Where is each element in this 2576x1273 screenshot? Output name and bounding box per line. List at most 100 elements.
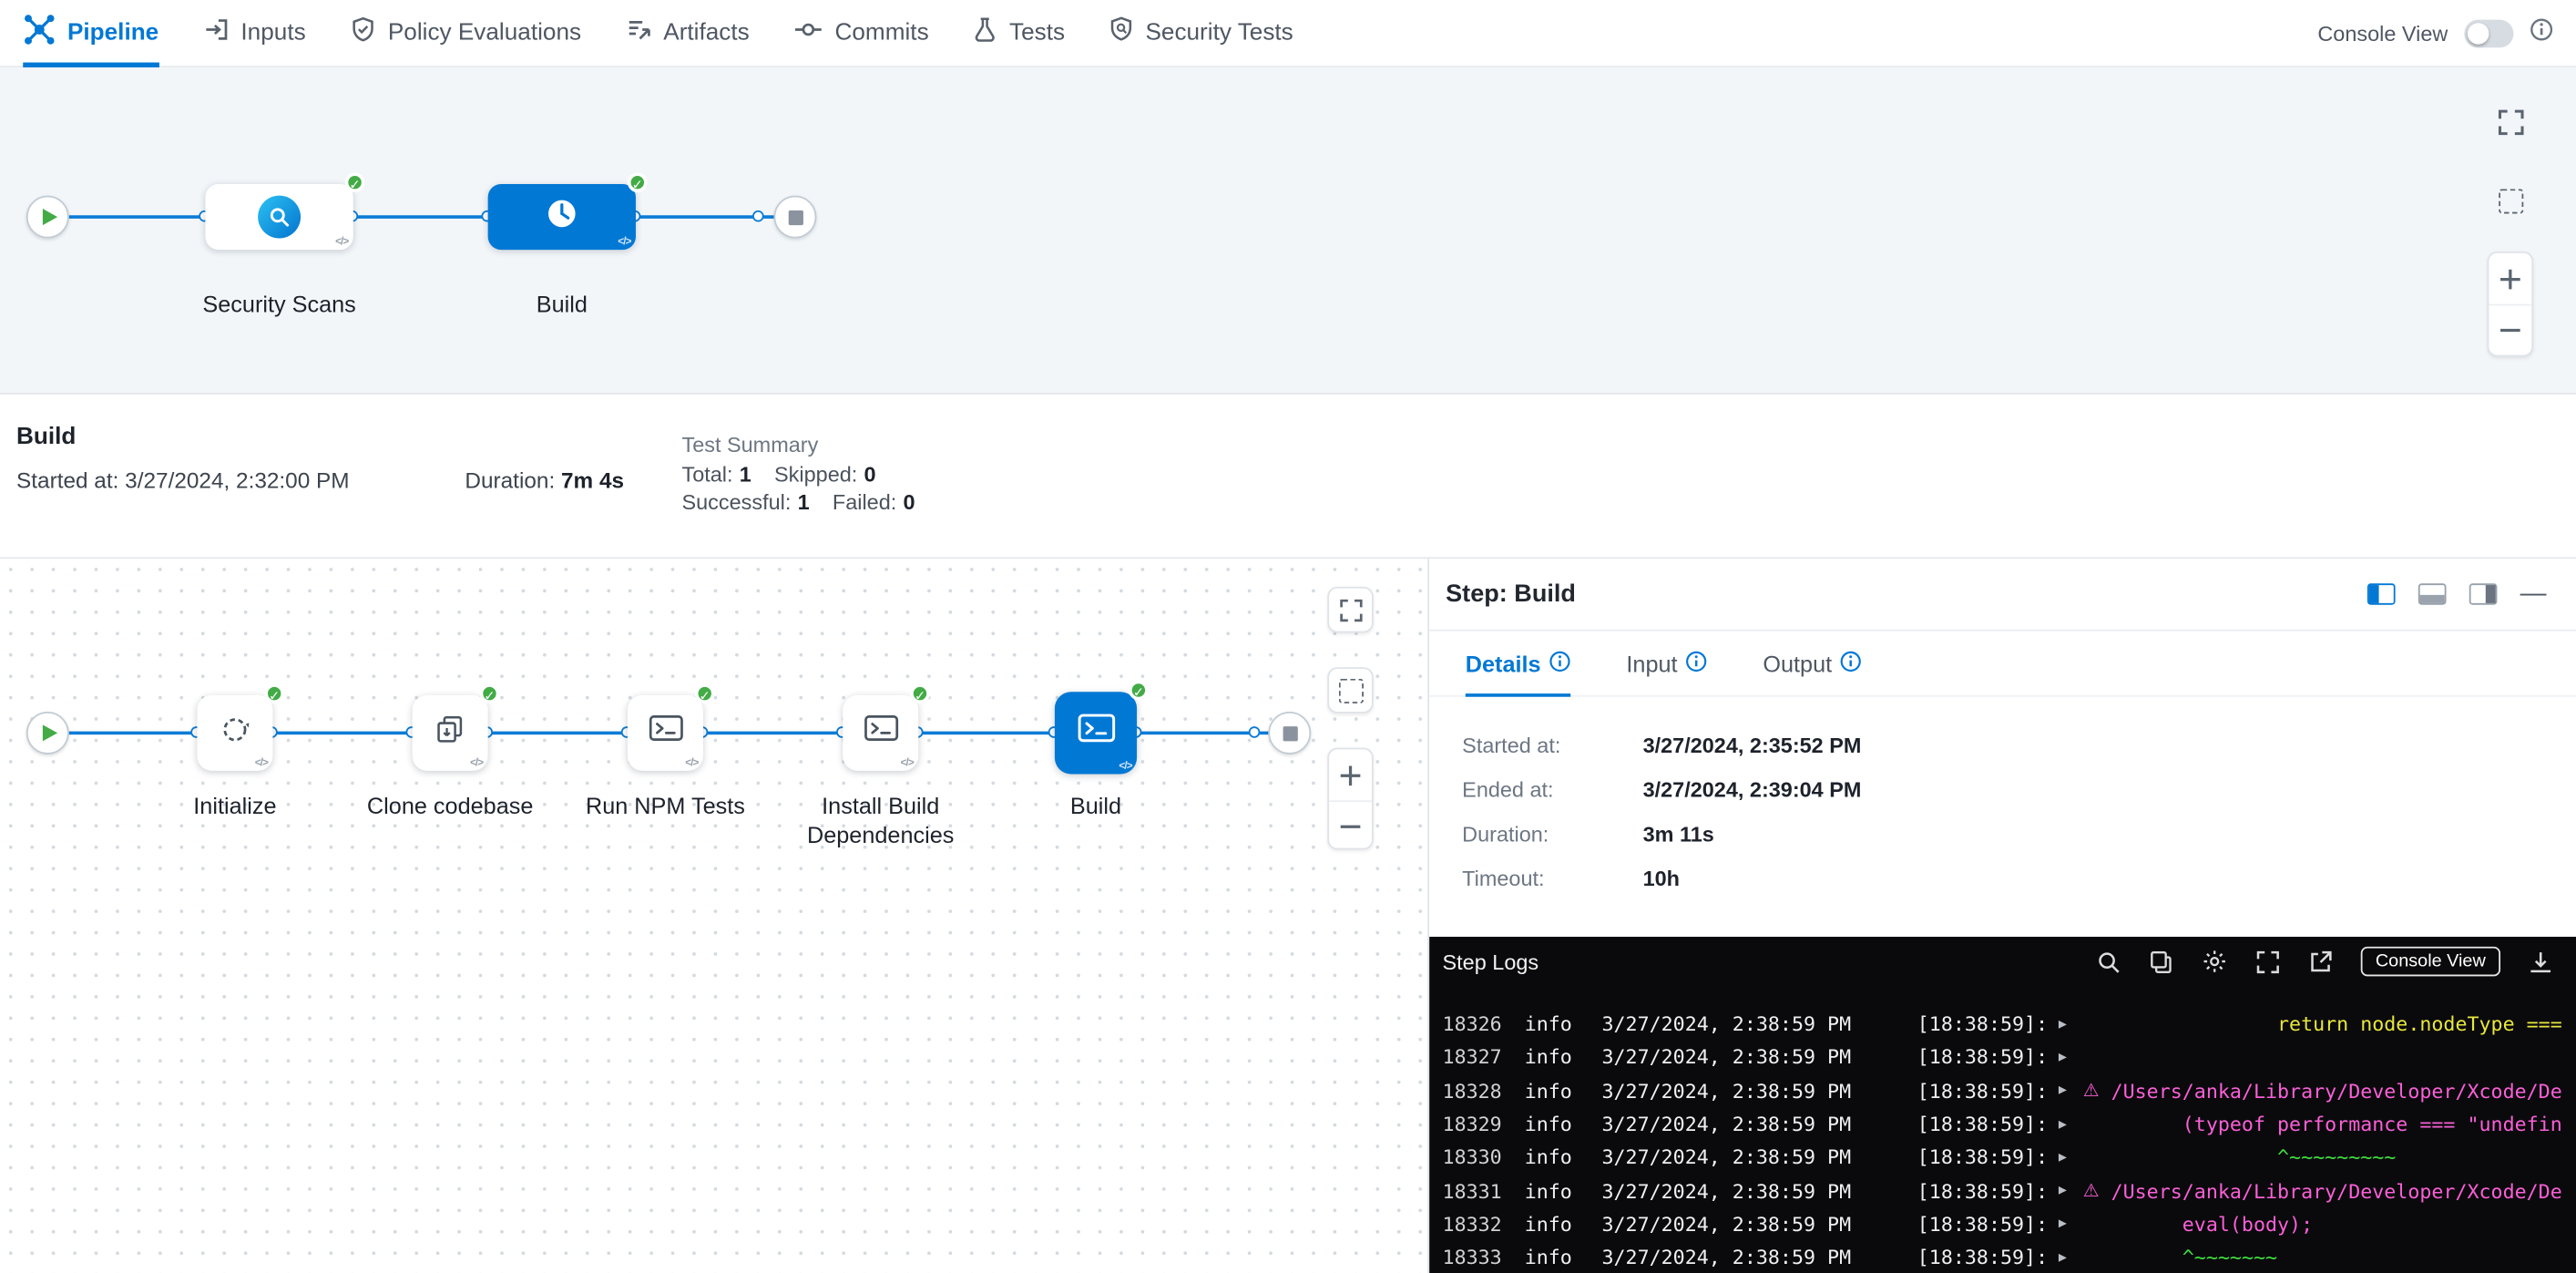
step-end-node — [1268, 712, 1311, 755]
tab-label: Details — [1466, 650, 1541, 676]
commits-icon — [793, 16, 823, 49]
tests-icon — [973, 16, 997, 49]
zoom-out-button[interactable] — [1329, 800, 1372, 851]
build-stage-icon — [544, 195, 580, 240]
stage-node-label: Build — [455, 289, 669, 318]
log-expand-arrow[interactable]: ▸ — [2059, 1216, 2083, 1234]
step-node-run-npm-tests[interactable]: ✓ </> — [628, 695, 703, 771]
layout-left-panel-icon[interactable] — [2367, 583, 2396, 604]
zoom-in-button[interactable] — [1329, 749, 1372, 800]
step-node-label: Build — [989, 791, 1202, 820]
log-expand-arrow[interactable]: ▸ — [2059, 1049, 2083, 1067]
tab-tests[interactable]: Tests — [973, 0, 1065, 66]
connector-dot — [1249, 726, 1261, 738]
success-check-icon: ✓ — [1129, 681, 1149, 701]
log-row: 18329info3/27/2024, 2:38:59 PM[18:38:59]… — [1429, 1107, 2576, 1141]
tab-policy-evaluations[interactable]: Policy Evaluations — [350, 0, 581, 66]
log-row: 18331info3/27/2024, 2:38:59 PM[18:38:59]… — [1429, 1175, 2576, 1208]
tab-details[interactable]: Details — [1466, 631, 1570, 695]
step-node-install-build-dependencies[interactable]: ✓ </> — [843, 695, 918, 771]
stage-node-security-scans[interactable]: ✓ </> — [205, 184, 353, 250]
info-icon[interactable] — [1549, 650, 1570, 676]
log-body: 18326info3/27/2024, 2:38:59 PM[18:38:59]… — [1429, 986, 2576, 1273]
code-glyph: </> — [685, 757, 698, 769]
security-tests-icon — [1109, 16, 1134, 49]
zoom-controls — [1327, 748, 1374, 850]
fullscreen-icon[interactable] — [2255, 950, 2280, 974]
screenshot-viewport: Pipeline Inputs Policy Evaluations Artif… — [0, 0, 2576, 1273]
terminal-icon — [864, 713, 898, 753]
tab-inputs[interactable]: Inputs — [203, 0, 306, 66]
app-root: Pipeline Inputs Policy Evaluations Artif… — [0, 0, 2576, 1273]
step-logs-panel: Step Logs Console View 18326info3/27/202… — [1429, 937, 2576, 1273]
fullscreen-button[interactable] — [1327, 587, 1374, 632]
step-node-build[interactable]: ✓ </> — [1055, 692, 1137, 774]
log-expand-arrow[interactable]: ▸ — [2059, 1015, 2083, 1033]
search-icon[interactable] — [2096, 950, 2121, 974]
log-row: 18332info3/27/2024, 2:38:59 PM[18:38:59]… — [1429, 1207, 2576, 1241]
marquee-select-button[interactable] — [1327, 667, 1374, 713]
info-icon[interactable] — [2530, 17, 2552, 48]
console-view-button[interactable]: Console View — [2361, 947, 2500, 976]
tab-label: Security Tests — [1145, 20, 1293, 46]
marquee-icon — [2498, 189, 2522, 213]
stage-node-build[interactable]: ✓ </> — [488, 184, 636, 250]
step-node-clone-codebase[interactable]: ✓ </> — [413, 695, 488, 771]
marquee-select-button[interactable] — [2494, 184, 2527, 217]
tab-label: Artifacts — [663, 20, 749, 46]
log-expand-arrow[interactable]: ▸ — [2059, 1082, 2083, 1100]
zoom-out-button[interactable] — [2489, 304, 2531, 355]
log-expand-arrow[interactable]: ▸ — [2059, 1248, 2083, 1267]
step-node-initialize[interactable]: ✓ </> — [197, 695, 272, 771]
warning-icon: ⚠ — [2083, 1180, 2111, 1201]
tab-artifacts[interactable]: Artifacts — [626, 0, 750, 66]
step-node-label: Initialize — [128, 791, 342, 820]
started-at: Started at: 3/27/2024, 2:32:00 PM — [16, 468, 350, 493]
tab-label: Policy Evaluations — [388, 20, 581, 46]
step-panel-title: Step: Build — [1446, 580, 1576, 609]
step-panel-tabs: Details Input Output — [1429, 631, 2576, 697]
info-icon[interactable] — [1840, 650, 1861, 676]
play-icon — [42, 724, 56, 741]
log-row: 18328info3/27/2024, 2:38:59 PM[18:38:59]… — [1429, 1074, 2576, 1108]
success-check-icon: ✓ — [264, 683, 284, 703]
copy-icon[interactable] — [2149, 950, 2173, 974]
download-icon[interactable] — [2529, 950, 2553, 974]
log-row: 18327info3/27/2024, 2:38:59 PM[18:38:59]… — [1429, 1041, 2576, 1074]
tab-label: Pipeline — [67, 20, 158, 46]
log-expand-arrow[interactable]: ▸ — [2059, 1148, 2083, 1166]
stage-node-label: Security Scans — [172, 289, 385, 318]
log-expand-arrow[interactable]: ▸ — [2059, 1182, 2083, 1200]
external-link-icon[interactable] — [2308, 950, 2333, 974]
console-view-toggle[interactable] — [2464, 19, 2513, 47]
artifacts-icon — [626, 16, 652, 49]
info-icon[interactable] — [1686, 650, 1707, 676]
tab-security-tests[interactable]: Security Tests — [1109, 0, 1293, 66]
zoom-controls — [2488, 252, 2534, 356]
duration: Duration: 7m 4s — [465, 468, 624, 493]
nav-right-controls: Console View — [2317, 17, 2552, 48]
initialize-icon — [219, 713, 251, 754]
layout-right-panel-icon[interactable] — [2469, 583, 2498, 604]
log-expand-arrow[interactable]: ▸ — [2059, 1115, 2083, 1134]
step-logs-header: Step Logs Console View — [1429, 937, 2576, 986]
zoom-in-button[interactable] — [2489, 253, 2531, 304]
fullscreen-button[interactable] — [2494, 105, 2527, 138]
play-icon — [42, 209, 56, 225]
tab-pipeline[interactable]: Pipeline — [23, 0, 158, 66]
code-glyph: </> — [901, 757, 914, 769]
log-row: 18330info3/27/2024, 2:38:59 PM[18:38:59]… — [1429, 1141, 2576, 1175]
connector-dot — [752, 210, 764, 222]
layout-bottom-panel-icon[interactable] — [2418, 583, 2447, 604]
minimize-panel-icon[interactable]: — — [2520, 586, 2547, 602]
detail-row: Ended at: 3/27/2024, 2:39:04 PM — [1462, 777, 2576, 802]
terminal-icon — [1077, 712, 1114, 755]
stage-title: Build — [16, 424, 76, 450]
tab-input[interactable]: Input — [1626, 631, 1707, 695]
step-node-label: Install Build Dependencies — [773, 791, 986, 850]
settings-gear-icon[interactable] — [2202, 949, 2228, 975]
step-graph-canvas: ✓ </> Initialize ✓ </> Clone codebase ✓ … — [0, 559, 1429, 1273]
tab-commits[interactable]: Commits — [793, 0, 928, 66]
policy-evaluations-icon — [350, 16, 376, 49]
tab-output[interactable]: Output — [1763, 631, 1861, 695]
